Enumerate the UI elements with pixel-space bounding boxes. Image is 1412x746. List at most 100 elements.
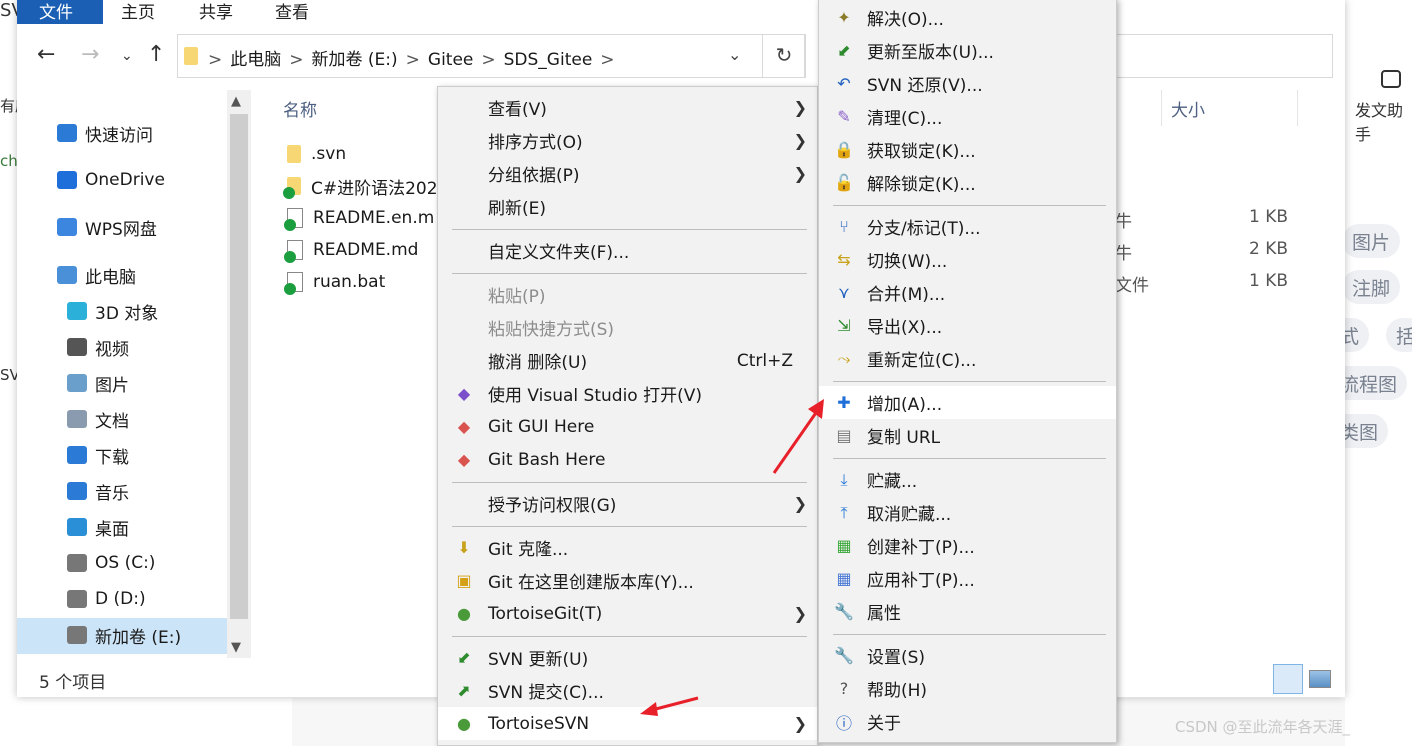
file-row[interactable]: .svn (287, 139, 346, 169)
column-header-size[interactable]: 大小 (1171, 96, 1205, 121)
file-row[interactable]: README.en.m (284, 203, 434, 233)
menu-item[interactable]: ⤳ 重新定位(C)... (819, 342, 1116, 375)
breadcrumb-item[interactable]: SDS_Gitee (504, 50, 593, 70)
nav-sub-item[interactable]: 下载 (67, 438, 129, 472)
menu-item[interactable]: ? 帮助(H) (819, 672, 1116, 705)
recent-locations-chevron-icon[interactable]: ⌄ (121, 48, 133, 64)
breadcrumb-separator-icon[interactable]: > (406, 50, 420, 70)
nav-sub-item[interactable]: OS (C:) (67, 546, 155, 580)
column-separator[interactable] (1297, 90, 1298, 126)
tab-home[interactable]: 主页 (103, 0, 173, 24)
menu-item-label: 取消贮藏... (867, 505, 952, 525)
up-arrow-icon[interactable]: ↑ (147, 42, 165, 67)
menu-item[interactable]: ▦ 应用补丁(P)... (819, 562, 1116, 595)
breadcrumb-separator-icon[interactable]: > (481, 50, 495, 70)
menu-item[interactable]: ◆ Git Bash Here (438, 443, 817, 476)
nav-item[interactable]: 快速访问 (57, 116, 153, 150)
back-arrow-icon[interactable]: ← (37, 42, 55, 67)
menu-item[interactable]: ⓘ 关于 (819, 705, 1116, 738)
menu-item-label: 切换(W)... (867, 252, 948, 272)
menu-item[interactable]: 🔧 设置(S) (819, 639, 1116, 672)
copy-url-icon: ▤ (836, 426, 852, 445)
file-row[interactable]: ruan.bat (284, 267, 385, 297)
export-icon: ⇲ (837, 316, 851, 335)
menu-item[interactable]: ▤ 复制 URL (819, 419, 1116, 452)
menu-item[interactable]: ⬈ SVN 提交(C)... (438, 674, 817, 707)
large-icons-view-icon[interactable] (1309, 670, 1331, 688)
address-bar[interactable]: > 此电脑 > 新加卷 (E:) > Gitee > SDS_Gitee > ⌄ (177, 34, 805, 78)
menu-item[interactable]: 自定义文件夹(F)... (438, 234, 817, 267)
menu-item[interactable]: ⇲ 导出(X)... (819, 309, 1116, 342)
file-type-cell: 牛 (1115, 212, 1132, 232)
menu-item[interactable]: ⬇ Git 克隆... (438, 531, 817, 564)
scroll-down-icon[interactable]: ▼ (231, 640, 241, 655)
menu-item[interactable]: ● TortoiseGit(T) ❯ (438, 597, 817, 630)
star-icon (57, 124, 77, 142)
breadcrumb-item[interactable]: 此电脑 (230, 50, 281, 70)
menu-item[interactable]: ✚ 增加(A)... (819, 386, 1116, 419)
menu-item: 粘贴(P) (438, 278, 817, 311)
menu-item[interactable]: 授予访问权限(G) ❯ (438, 487, 817, 520)
svn-normal-status-icon (284, 219, 296, 231)
file-row[interactable]: C#进阶语法202 (283, 171, 438, 201)
settings-icon: 🔧 (834, 646, 854, 665)
menu-item[interactable]: ◆ 使用 Visual Studio 打开(V) (438, 377, 817, 410)
nav-item[interactable]: OneDrive (57, 163, 165, 197)
column-separator[interactable] (1161, 90, 1162, 126)
nav-sub-item[interactable]: 新加卷 (E:) (67, 618, 181, 652)
details-view-icon[interactable] (1273, 664, 1303, 694)
breadcrumb-separator-icon[interactable]: > (208, 50, 222, 70)
nav-sub-item[interactable]: 桌面 (67, 510, 129, 544)
menu-item[interactable]: 🔓 解除锁定(K)... (819, 166, 1116, 199)
menu-item[interactable]: ⋎ 合并(M)... (819, 276, 1116, 309)
nav-sub-item[interactable]: 3D 对象 (67, 294, 158, 328)
menu-item[interactable]: ⑂ 分支/标记(T)... (819, 210, 1116, 243)
menu-item[interactable]: ⤓ 贮藏... (819, 463, 1116, 496)
menu-item[interactable]: 撤消 删除(U) Ctrl+Z (438, 344, 817, 377)
address-dropdown-icon[interactable]: ⌄ (728, 45, 741, 64)
menu-item[interactable]: ✦ 解决(O)... (819, 1, 1116, 34)
scroll-up-icon[interactable]: ▲ (231, 94, 241, 109)
menu-item[interactable]: 刷新(E) (438, 190, 817, 223)
nav-sub-item[interactable]: 文档 (67, 402, 129, 436)
breadcrumb-item[interactable]: Gitee (428, 50, 473, 70)
assistant-icon[interactable] (1381, 70, 1401, 88)
nav-item[interactable]: 此电脑 (57, 258, 136, 292)
menu-item[interactable]: ▣ Git 在这里创建版本库(Y)... (438, 564, 817, 597)
menu-item[interactable]: ◆ Git GUI Here (438, 410, 817, 443)
nav-sub-item[interactable]: D (D:) (67, 582, 146, 616)
tab-view[interactable]: 查看 (257, 0, 327, 24)
bg-chip[interactable]: 图片 (1342, 224, 1401, 258)
menu-item[interactable]: 查看(V) ❯ (438, 91, 817, 124)
breadcrumb-separator-icon[interactable]: > (289, 50, 303, 70)
file-row[interactable]: README.md (284, 235, 418, 265)
nav-sub-item[interactable]: 图片 (67, 366, 129, 400)
column-header-name[interactable]: 名称 (283, 96, 317, 121)
menu-item[interactable]: ✎ 清理(C)... (819, 100, 1116, 133)
menu-item[interactable]: ⤒ 取消贮藏... (819, 496, 1116, 529)
tab-file[interactable]: 文件 (17, 0, 103, 24)
menu-item[interactable]: 🔧 属性 (819, 595, 1116, 628)
menu-item[interactable]: 🔒 获取锁定(K)... (819, 133, 1116, 166)
breadcrumb-separator-icon[interactable]: > (600, 50, 614, 70)
menu-item[interactable]: ● TortoiseSVN ❯ (438, 707, 817, 740)
nav-scrollbar-thumb[interactable] (230, 114, 248, 619)
menu-item[interactable]: ⬋ 更新至版本(U)... (819, 34, 1116, 67)
nav-item[interactable]: WPS网盘 (57, 210, 157, 244)
menu-item[interactable]: ↶ SVN 还原(V)... (819, 67, 1116, 100)
menu-item[interactable]: ⇆ 切换(W)... (819, 243, 1116, 276)
bg-chip[interactable]: 括 (1386, 318, 1412, 352)
forward-arrow-icon[interactable]: → (81, 42, 99, 67)
nav-sub-item[interactable]: 视频 (67, 330, 129, 364)
bg-chip[interactable]: 注脚 (1342, 270, 1401, 304)
git-repo-icon: ▣ (456, 571, 472, 590)
refresh-button[interactable]: ↻ (762, 34, 806, 78)
menu-item[interactable]: ⬋ SVN 更新(U) (438, 641, 817, 674)
menu-item[interactable]: ▦ 创建补丁(P)... (819, 529, 1116, 562)
nav-sub-item[interactable]: 音乐 (67, 474, 129, 508)
breadcrumb-item[interactable]: 新加卷 (E:) (312, 50, 398, 70)
menu-item[interactable]: 排序方式(O) ❯ (438, 124, 817, 157)
menu-item[interactable]: 分组依据(P) ❯ (438, 157, 817, 190)
tab-share[interactable]: 共享 (181, 0, 251, 24)
bg-assistant-label[interactable]: 发文助手 (1355, 97, 1412, 145)
